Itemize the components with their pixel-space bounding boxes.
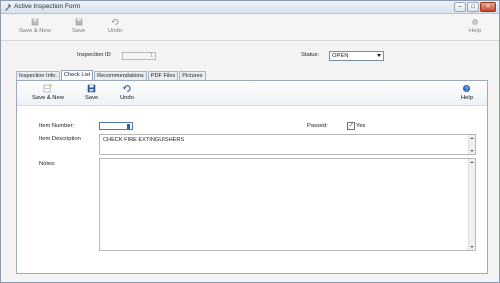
tab-inspection-info[interactable]: Inspection Info. [16,71,60,80]
undo-icon [123,85,132,92]
window-title: Active Inspection Form [14,3,81,10]
minimize-button[interactable]: – [454,2,466,12]
help-label: Help [469,28,481,34]
close-button[interactable]: ✕ [480,2,496,12]
undo-button[interactable]: Undo [108,18,122,34]
save-icon [75,18,82,26]
save-new-icon [44,84,52,93]
checklist-save-button[interactable]: Save [85,84,98,101]
save-new-icon [31,18,39,26]
item-description-field[interactable]: CHECK FIRE EXTINGUISHERS [99,134,476,155]
status-value: OPEN [332,53,349,59]
window-controls: – □ ✕ [454,2,496,12]
notes-field[interactable] [99,158,476,251]
item-description-label: Item Description [39,136,81,142]
passed-checkbox[interactable]: ✓ [347,122,355,130]
status-select[interactable]: OPEN [329,51,384,61]
inspection-id-label: Inspection ID [77,52,111,58]
inspection-form-window: Active Inspection Form – □ ✕ Save & New … [0,0,500,283]
help-icon: ? [471,19,478,25]
app-icon [5,4,11,11]
checklist-toolbar: Save & New Save Undo ? Help [17,81,487,106]
item-number-label: Item Number: [39,123,75,129]
chevron-down-icon[interactable] [377,54,381,57]
undo-icon [111,19,119,25]
checklist-panel: Save & New Save Undo ? Help Item Number:… [16,80,488,274]
notes-label: Notes: [39,161,56,167]
maximize-button[interactable]: □ [467,2,479,12]
item-number-field[interactable] [99,122,133,130]
save-button[interactable]: Save [72,18,85,34]
scroll-down-icon[interactable] [470,246,474,248]
scroll-up-icon[interactable] [470,161,474,163]
undo-label: Undo [108,28,122,34]
tab-pictures[interactable]: Pictures [179,71,206,80]
passed-label: Passed: [307,123,328,129]
help-button[interactable]: ? Help [469,18,481,34]
title-bar[interactable]: Active Inspection Form – □ ✕ [1,1,499,14]
description-scrollbar[interactable] [468,135,475,154]
checklist-undo-label: Undo [120,95,134,101]
save-new-label: Save & New [19,28,51,34]
checklist-undo-button[interactable]: Undo [120,84,134,101]
tab-recommendations[interactable]: Recommendations [94,71,147,80]
status-label: Status: [301,52,320,58]
scroll-down-icon[interactable] [470,150,474,152]
save-icon [87,84,96,93]
svg-text:?: ? [466,86,469,92]
scroll-up-icon[interactable] [470,137,474,139]
save-new-button[interactable]: Save & New [19,18,51,34]
notes-scrollbar[interactable] [468,159,475,250]
checklist-help-label: Help [461,95,473,101]
save-label: Save [72,28,86,34]
checklist-help-button[interactable]: ? Help [461,84,473,101]
main-toolbar: Save & New Save Undo ? Help [1,14,499,41]
tab-pdf-files[interactable]: PDF Files [147,71,179,80]
checklist-save-new-label: Save & New [32,95,64,101]
item-description-value: CHECK FIRE EXTINGUISHERS [103,137,185,143]
tab-strip: Inspection Info. Check List Recommendati… [16,70,207,80]
inspection-id-field: 1 [122,52,156,60]
checklist-save-new-button[interactable]: Save & New [32,84,64,101]
tab-check-list[interactable]: Check List [60,70,94,80]
text-cursor [127,124,130,129]
help-icon: ? [463,84,471,92]
passed-yes-label: Yes [356,123,366,129]
checklist-save-label: Save [85,95,99,101]
